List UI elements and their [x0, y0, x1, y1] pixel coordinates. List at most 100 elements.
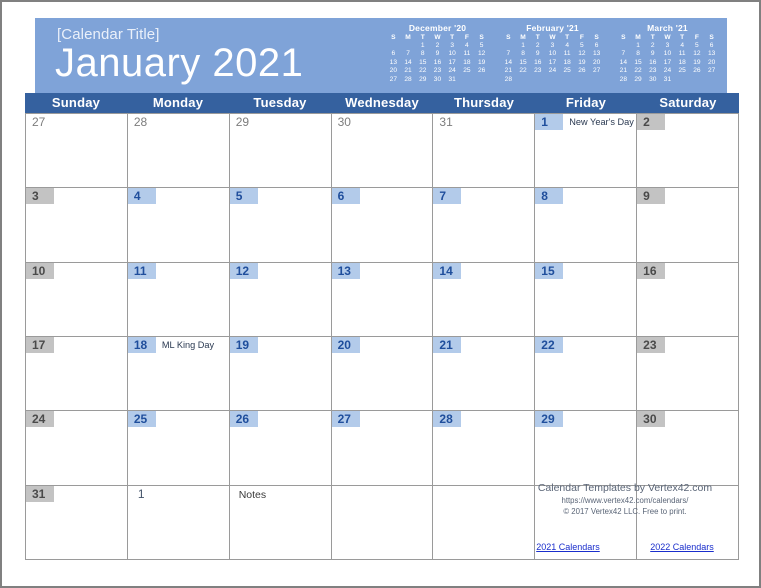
mini-day-cell: 8 — [636, 50, 640, 58]
day-cell[interactable]: 7 — [433, 188, 536, 263]
day-cell[interactable]: 11 — [127, 262, 230, 337]
day-cell[interactable]: 4 — [127, 188, 230, 263]
day-cell[interactable]: 1 — [127, 485, 230, 560]
day-cell[interactable]: 20 — [331, 337, 434, 412]
day-cell[interactable]: 22 — [535, 337, 638, 412]
mini-day-cell: 10 — [663, 50, 672, 58]
day-cell[interactable]: 30 — [637, 411, 739, 486]
mini-day-cell: 19 — [578, 58, 586, 66]
day-number: 22 — [535, 337, 564, 353]
day-cell[interactable]: 30 — [331, 114, 434, 189]
day-cell[interactable]: 9 — [637, 188, 739, 263]
mini-day-cell: 21 — [504, 67, 513, 75]
day-cell[interactable]: 19 — [229, 337, 332, 412]
weekday-header-thursday: Thursday — [453, 95, 515, 110]
mini-day-cell: 12 — [477, 50, 486, 58]
day-cell[interactable]: 13 — [331, 262, 434, 337]
mini-day-cell — [545, 76, 560, 84]
day-cell[interactable] — [331, 485, 434, 560]
day-event-label[interactable]: New Year's Day — [569, 115, 634, 129]
day-cell[interactable]: 14 — [433, 262, 536, 337]
day-cell[interactable]: 12 — [229, 262, 332, 337]
weekday-header-saturday: Saturday — [659, 95, 717, 110]
day-cell[interactable]: 28 — [433, 411, 536, 486]
mini-day-cell: 4 — [465, 42, 469, 49]
day-cell[interactable]: 27 — [331, 411, 434, 486]
day-cell[interactable]: 29 — [229, 114, 332, 189]
page-title: January 2021 — [55, 41, 304, 85]
day-cell[interactable]: 18 ML King Day — [127, 337, 230, 412]
day-cell[interactable]: 1 New Year's Day — [535, 114, 638, 189]
mini-day-cell: 14 — [404, 58, 412, 66]
mini-day-cell: 24 — [548, 67, 557, 75]
day-cell[interactable]: 21 — [433, 337, 536, 412]
mini-day-cell: 21 — [619, 67, 628, 75]
day-cell[interactable]: 16 — [637, 262, 739, 337]
day-number: 28 — [433, 411, 462, 428]
mini-day-cell: 17 — [663, 58, 672, 66]
mini-day-cell: 28 — [504, 75, 513, 83]
calendar-page: [Calendar Title] January 2021 December '… — [0, 0, 761, 588]
mini-dow-header: S — [479, 34, 484, 41]
mini-day-cell: 5 — [479, 42, 484, 49]
link-2021-calendars[interactable]: 2021 Calendars — [536, 542, 600, 552]
mini-day-cell — [616, 42, 631, 50]
day-cell[interactable]: 24 — [26, 411, 128, 486]
mini-day-cell: 9 — [435, 50, 440, 58]
day-cell[interactable]: 6 — [331, 188, 434, 263]
day-event-label[interactable]: ML King Day — [162, 338, 214, 352]
weekday-header-friday: Friday — [565, 95, 607, 110]
mini-day-cell: 29 — [634, 75, 642, 83]
day-cell[interactable]: 2 — [637, 114, 739, 189]
mini-dow-header: S — [506, 34, 511, 41]
mini-day-cell: 6 — [594, 42, 599, 49]
mini-day-cell — [530, 76, 545, 84]
day-number: 29 — [535, 411, 564, 428]
mini-day-cell: 19 — [693, 58, 701, 66]
day-cell[interactable]: 3 — [26, 188, 128, 263]
day-cell[interactable]: 8 — [535, 188, 638, 263]
day-cell[interactable]: 28 — [127, 114, 230, 189]
mini-dow-header: W — [549, 34, 556, 41]
mini-day-cell: 2 — [650, 42, 655, 49]
mini-dow-header: M — [405, 34, 411, 41]
mini-day-cell: 27 — [592, 67, 601, 75]
mini-day-cell: 16 — [433, 58, 442, 66]
day-cell[interactable]: 25 — [127, 411, 230, 486]
mini-day-cell — [501, 42, 516, 50]
mini-day-cell: 13 — [592, 50, 601, 58]
mini-day-cell: 11 — [563, 50, 571, 58]
day-cell[interactable]: Notes — [229, 485, 332, 560]
day-cell[interactable]: 17 — [26, 337, 128, 412]
day-cell[interactable]: 15 — [535, 262, 638, 337]
mini-day-cell: 15 — [634, 58, 642, 66]
mini-day-cell: 31 — [663, 75, 672, 83]
day-cell[interactable]: 10 — [26, 262, 128, 337]
mini-day-cell: 22 — [519, 67, 527, 75]
mini-day-cell: 24 — [663, 67, 672, 75]
day-cell[interactable]: 23 — [637, 337, 739, 412]
day-cell[interactable]: 26 — [229, 411, 332, 486]
calendar-banner: [Calendar Title] January 2021 December '… — [35, 18, 727, 93]
day-cell[interactable]: 5 — [229, 188, 332, 263]
day-cell[interactable]: 31 — [433, 114, 536, 189]
day-cell[interactable]: 27 — [26, 114, 128, 189]
mini-dow-header: M — [635, 34, 641, 41]
day-cell[interactable]: 29 — [535, 411, 638, 486]
day-number: 13 — [331, 262, 360, 279]
mini-day-cell: 15 — [419, 58, 427, 66]
day-number: 30 — [637, 411, 666, 428]
day-number: 23 — [637, 337, 666, 353]
mini-day-cell: 12 — [693, 50, 701, 58]
mini-calendar: December '20 S M T W T F S 1 2 3 4 5 6 7 8 9 10 11 12 13 14 15… — [386, 23, 489, 84]
mini-day-cell — [560, 76, 575, 84]
link-2022-calendars[interactable]: 2022 Calendars — [650, 542, 714, 552]
mini-day-cell: 17 — [548, 58, 557, 66]
mini-dow-header: S — [621, 34, 626, 41]
mini-day-cell: 2 — [435, 42, 440, 49]
day-number: 10 — [26, 262, 54, 279]
day-cell[interactable]: 31 — [26, 485, 128, 560]
mini-day-cell: 1 — [420, 42, 425, 49]
mini-day-cell: 6 — [391, 50, 396, 58]
mini-day-cell: 31 — [448, 75, 456, 83]
